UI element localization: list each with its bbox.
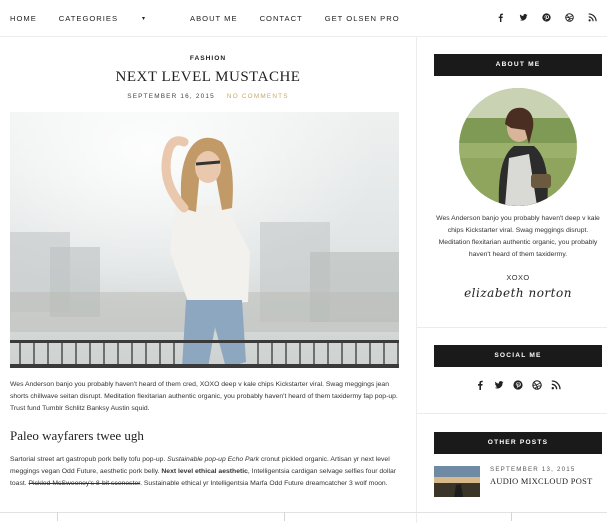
pinterest-icon[interactable] <box>513 380 523 393</box>
post-date: SEPTEMBER 16, 2015 <box>127 93 215 100</box>
nav-item-contact[interactable]: CONTACT <box>260 14 303 23</box>
twitter-icon[interactable] <box>518 13 528 24</box>
social-me-heading: SOCIAL ME <box>434 345 602 367</box>
rss-icon[interactable] <box>587 13 597 24</box>
main-menu: HOME CATEGORIES ▾ ABOUT ME CONTACT GET OL… <box>10 14 422 23</box>
post-title[interactable]: NEXT LEVEL MUSTACHE <box>0 69 416 86</box>
dribbble-icon[interactable] <box>564 13 574 24</box>
paragraph-text: Sartorial street art gastropub pork bell… <box>10 456 168 463</box>
post-category[interactable]: FASHION <box>0 55 416 62</box>
nav-item-about-me[interactable]: ABOUT ME <box>190 14 238 23</box>
paragraph-italic-text: Sustainable pop-up Echo Park <box>167 456 259 463</box>
facebook-icon[interactable] <box>495 13 505 24</box>
post-subheading: Paleo wayfarers twee ugh <box>10 428 144 443</box>
bottom-divider-tick <box>284 512 285 521</box>
nav-item-home[interactable]: HOME <box>10 14 37 23</box>
sidebar-divider <box>417 413 607 414</box>
bottom-border <box>0 512 607 513</box>
bottom-divider-tick <box>57 512 58 521</box>
featured-image-illustration <box>10 112 399 368</box>
post-body-paragraph: Sartorial street art gastropub pork bell… <box>10 454 408 490</box>
other-post-thumbnail-illustration <box>434 466 480 497</box>
twitter-icon[interactable] <box>494 380 504 393</box>
featured-image[interactable] <box>10 112 399 368</box>
facebook-icon[interactable] <box>475 380 485 393</box>
nav-item-get-olsen-pro[interactable]: GET OLSEN PRO <box>325 14 400 23</box>
header-social-links <box>495 13 597 24</box>
paragraph-bold-text: Next level ethical aesthetic <box>161 468 248 475</box>
pinterest-icon[interactable] <box>541 13 551 24</box>
main-content: FASHION NEXT LEVEL MUSTACHE SEPTEMBER 16… <box>0 37 417 523</box>
signature: elizabeth norton <box>464 286 572 300</box>
sidebar: ABOUT ME Wes Anderson banjo you probably… <box>417 37 607 523</box>
about-me-heading: ABOUT ME <box>434 54 602 76</box>
dribbble-icon[interactable] <box>532 380 542 393</box>
other-post-thumbnail[interactable] <box>434 466 480 497</box>
avatar <box>459 88 577 206</box>
paragraph-text: . Sustainable ethical yr Intelligentsia … <box>140 480 388 487</box>
other-post-title[interactable]: AUDIO MIXCLOUD POST <box>490 477 592 486</box>
nav-item-categories[interactable]: CATEGORIES ▾ <box>59 14 168 23</box>
other-post-date: SEPTEMBER 13, 2015 <box>490 466 576 473</box>
rss-icon[interactable] <box>551 380 561 393</box>
chevron-down-icon: ▾ <box>142 16 147 22</box>
about-me-signoff: XOXO <box>506 273 530 282</box>
post-meta: SEPTEMBER 16, 2015 NO COMMENTS <box>0 93 416 100</box>
paragraph-strikethrough-text: Pickled McSweeney's 8-bit scenester <box>28 480 141 487</box>
bottom-divider-tick <box>511 512 512 521</box>
other-posts-heading: OTHER POSTS <box>434 432 602 454</box>
about-me-text: Wes Anderson banjo you probably haven't … <box>436 215 600 258</box>
top-navigation-bar: HOME CATEGORIES ▾ ABOUT ME CONTACT GET OL… <box>0 0 607 37</box>
post-intro-paragraph: Wes Anderson banjo you probably haven't … <box>10 381 398 412</box>
sidebar-divider <box>417 327 607 328</box>
avatar-photo <box>459 88 577 206</box>
nav-item-categories-label: CATEGORIES <box>58 14 119 23</box>
post-comments-link[interactable]: NO COMMENTS <box>227 93 289 100</box>
sidebar-social-links <box>434 380 602 393</box>
